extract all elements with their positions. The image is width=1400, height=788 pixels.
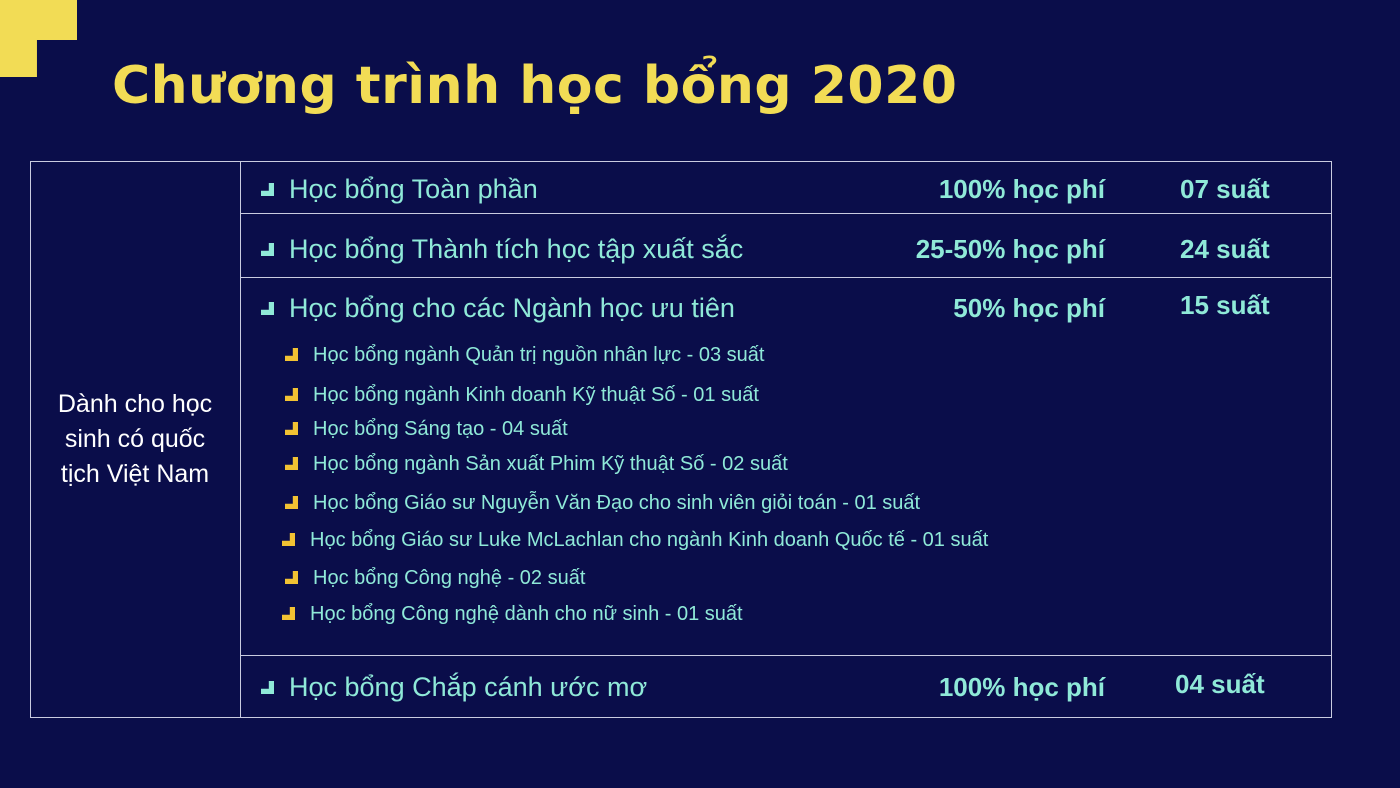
page-title: Chương trình học bổng 2020 [112, 56, 958, 116]
sub-scholarship-item: Học bổng Giáo sư Nguyễn Văn Đạo cho sinh… [285, 489, 1085, 517]
row-divider [241, 213, 1332, 214]
sub-scholarship-item: Học bổng Công nghệ dành cho nữ sinh - 01… [282, 600, 1082, 628]
yellow-bullet-icon [282, 607, 295, 620]
scholarship-coverage: 25-50% học phí [915, 234, 1105, 264]
scholarship-row-priority: Học bổng cho các Ngành học ưu tiên 50% h… [241, 288, 1332, 328]
sub-scholarship-label: Học bổng Sáng tạo - 04 suất [313, 418, 568, 440]
yellow-bullet-icon [285, 496, 298, 509]
teal-bullet-icon [261, 302, 274, 315]
sub-scholarship-label: Học bổng ngành Kinh doanh Kỹ thuật Số - … [313, 384, 759, 406]
scholarship-coverage: 100% học phí [938, 174, 1105, 204]
sub-scholarship-label: Học bổng Giáo sư Nguyễn Văn Đạo cho sinh… [313, 492, 921, 514]
yellow-bullet-icon [285, 457, 298, 470]
yellow-bullet-icon [285, 348, 298, 361]
yellow-bullet-icon [285, 422, 298, 435]
sub-scholarship-label: Học bổng ngành Sản xuất Phim Kỹ thuật Số… [313, 453, 788, 475]
scholarship-name: Học bổng Chắp cánh ước mơ [289, 672, 648, 702]
scholarship-coverage: 50% học phí [953, 293, 1105, 323]
sub-scholarship-item: Học bổng Công nghệ - 02 suất [285, 564, 1085, 592]
row-divider [241, 655, 1332, 656]
scholarship-quota: 04 suất [1175, 669, 1265, 699]
sub-scholarship-item: Học bổng Sáng tạo - 04 suất [285, 415, 1085, 443]
audience-label: Dành cho học sinh có quốc tịch Việt Nam [57, 390, 213, 488]
sub-scholarship-label: Học bổng Công nghệ dành cho nữ sinh - 01… [310, 603, 743, 625]
corner-accent-shape [0, 0, 77, 77]
yellow-bullet-icon [285, 388, 298, 401]
scholarship-name: Học bổng Thành tích học tập xuất sắc [289, 234, 744, 264]
scholarship-quota: 07 suất [1180, 174, 1270, 204]
scholarship-row-excellence: Học bổng Thành tích học tập xuất sắc 25-… [241, 229, 1332, 269]
teal-bullet-icon [261, 183, 274, 196]
audience-cell: Dành cho học sinh có quốc tịch Việt Nam [30, 161, 241, 718]
sub-scholarship-item: Học bổng Giáo sư Luke McLachlan cho ngàn… [282, 526, 1082, 554]
yellow-bullet-icon [282, 533, 295, 546]
teal-bullet-icon [261, 243, 274, 256]
sub-scholarship-label: Học bổng Công nghệ - 02 suất [313, 567, 586, 589]
yellow-bullet-icon [285, 571, 298, 584]
row-divider [241, 277, 1332, 278]
sub-scholarship-item: Học bổng ngành Kinh doanh Kỹ thuật Số - … [285, 381, 1085, 409]
scholarship-quota: 15 suất [1180, 290, 1270, 320]
scholarship-name: Học bổng Toàn phần [289, 174, 538, 204]
sub-scholarship-label: Học bổng ngành Quản trị nguồn nhân lực -… [313, 344, 765, 366]
scholarship-row-full: Học bổng Toàn phần 100% học phí 07 suất [241, 169, 1332, 209]
scholarship-name: Học bổng cho các Ngành học ưu tiên [289, 293, 735, 323]
scholarship-row-dream: Học bổng Chắp cánh ước mơ 100% học phí 0… [241, 667, 1332, 707]
scholarship-coverage: 100% học phí [938, 672, 1105, 702]
scholarship-quota: 24 suất [1180, 234, 1270, 264]
sub-scholarship-item: Học bổng ngành Sản xuất Phim Kỹ thuật Số… [285, 450, 1085, 478]
sub-scholarship-item: Học bổng ngành Quản trị nguồn nhân lực -… [285, 341, 1085, 369]
teal-bullet-icon [261, 681, 274, 694]
sub-scholarship-label: Học bổng Giáo sư Luke McLachlan cho ngàn… [310, 529, 989, 551]
